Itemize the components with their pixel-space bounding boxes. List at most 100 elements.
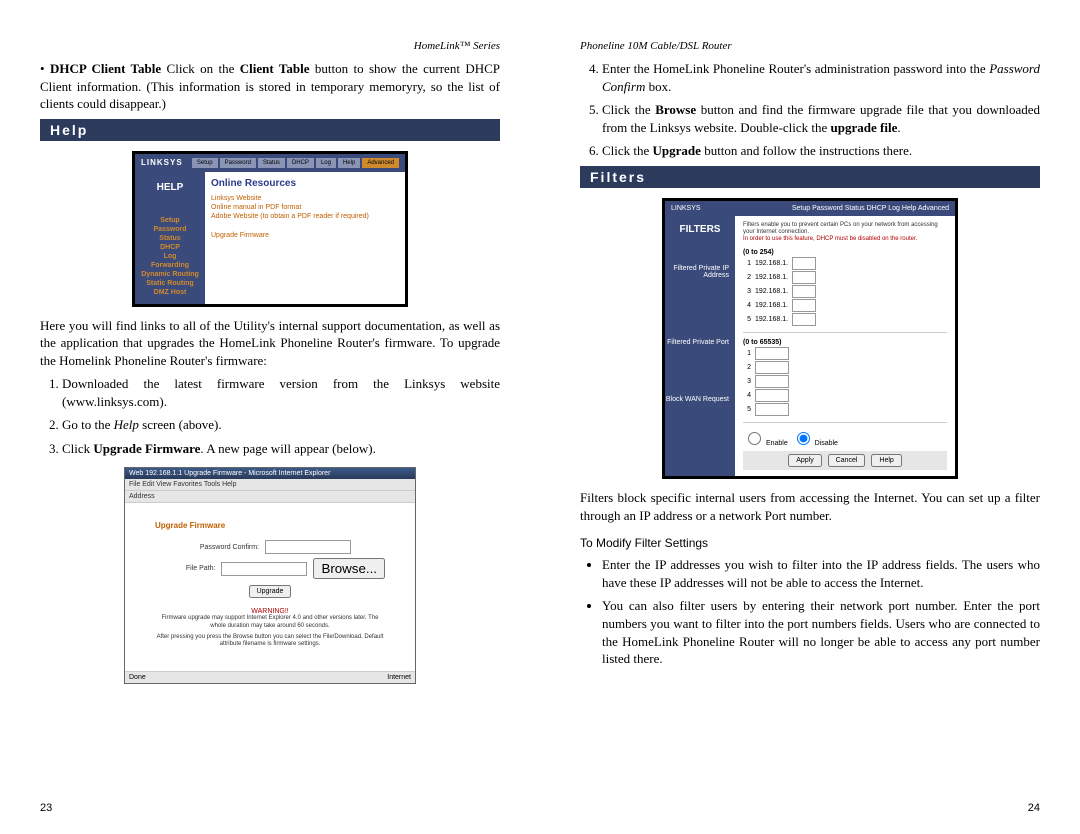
tab-setup[interactable]: Setup xyxy=(792,205,810,212)
file-path-label: File Path: xyxy=(155,565,215,572)
online-resources-title: Online Resources xyxy=(211,178,399,189)
filters-screenshot: LINKSYS Setup Password Status DHCP Log H… xyxy=(662,198,958,480)
sidelink[interactable]: Log xyxy=(139,253,201,260)
page-number-left: 23 xyxy=(40,802,52,814)
upgrade-firmware-screenshot: Web 192.168.1.1 Upgrade Firmware - Micro… xyxy=(124,467,416,684)
filters-desc-1: Filters enable you to prevent certain PC… xyxy=(743,222,938,235)
tab-password[interactable]: Password xyxy=(812,205,843,212)
step-5: Click the Browse button and find the fir… xyxy=(602,101,1040,136)
filtered-ip-label: Filtered Private IP Address xyxy=(665,265,735,279)
router-tabbar: Setup Password Status DHCP Log Help Adva… xyxy=(792,205,949,212)
browse-button[interactable]: Browse... xyxy=(313,558,385,579)
firmware-steps-continued: Enter the HomeLink Phoneline Router's ad… xyxy=(602,60,1040,160)
tab-dhcp[interactable]: DHCP xyxy=(867,205,887,212)
tab-log[interactable]: Log xyxy=(888,205,900,212)
ip-filter-input[interactable] xyxy=(792,257,816,270)
page-header-right: Phoneline 10M Cable/DSL Router xyxy=(580,40,1040,52)
help-button[interactable]: Help xyxy=(871,454,901,467)
tab-dhcp[interactable]: DHCP xyxy=(287,158,314,168)
step-1: Downloaded the latest firmware version f… xyxy=(62,375,500,410)
port-range-header: (0 to 65535) xyxy=(743,339,947,346)
tab-help[interactable]: Help xyxy=(338,158,360,168)
router-brand: LINKSYS xyxy=(141,158,183,167)
two-page-spread: HomeLink™ Series • DHCP Client Table Cli… xyxy=(0,0,1080,834)
page-left: HomeLink™ Series • DHCP Client Table Cli… xyxy=(0,0,540,834)
warning-text-1: Firmware upgrade may support Internet Ex… xyxy=(155,615,385,629)
tab-setup[interactable]: Setup xyxy=(192,158,218,168)
ip-filter-input[interactable] xyxy=(792,299,816,312)
browser-addressbar[interactable]: Address xyxy=(125,490,415,503)
status-zone: Internet xyxy=(387,674,411,681)
sidelink[interactable]: Forwarding xyxy=(139,262,201,269)
port-filter-input[interactable] xyxy=(755,347,789,360)
step-6: Click the Upgrade button and follow the … xyxy=(602,142,1040,160)
help-label: HELP xyxy=(135,182,205,193)
step-3: Click Upgrade Firmware. A new page will … xyxy=(62,440,500,458)
port-filter-input[interactable] xyxy=(755,389,789,402)
apply-button[interactable]: Apply xyxy=(788,454,822,467)
upgrade-button[interactable]: Upgrade xyxy=(249,585,292,598)
page-number-right: 24 xyxy=(1028,802,1040,814)
help-screenshot: LINKSYS Setup Password Status DHCP Log H… xyxy=(132,151,408,307)
tab-password[interactable]: Password xyxy=(220,158,256,168)
filters-desc-2: In order to use this feature, DHCP must … xyxy=(743,236,917,242)
filters-heading-bar: Filters xyxy=(580,166,1040,188)
online-resource-link[interactable]: Online manual in PDF format xyxy=(211,204,399,211)
help-left-column: HELP Setup Password Status DHCP Log Forw… xyxy=(135,172,205,304)
sidelink[interactable]: Password xyxy=(139,226,201,233)
block-wan-disable-radio[interactable] xyxy=(797,432,810,445)
dhcp-client-bullet: • DHCP Client Table Click on the Client … xyxy=(40,60,500,113)
firmware-steps: Downloaded the latest firmware version f… xyxy=(62,375,500,457)
status-done: Done xyxy=(129,674,146,681)
step-2: Go to the Help screen (above). xyxy=(62,416,500,434)
upgrade-firmware-link[interactable]: Upgrade Firmware xyxy=(211,232,399,239)
tab-status[interactable]: Status xyxy=(258,158,285,168)
browser-titlebar: Web 192.168.1.1 Upgrade Firmware - Micro… xyxy=(125,468,415,479)
router-brand: LINKSYS xyxy=(671,205,701,212)
filters-description: Filters block specific internal users fr… xyxy=(580,489,1040,524)
filter-bullets: Enter the IP addresses you wish to filte… xyxy=(602,556,1040,667)
help-description: Here you will find links to all of the U… xyxy=(40,317,500,370)
block-wan-enable-radio[interactable] xyxy=(748,432,761,445)
port-filter-input[interactable] xyxy=(755,403,789,416)
port-filter-input[interactable] xyxy=(755,361,789,374)
filters-left-column: FILTERS Filtered Private IP Address Filt… xyxy=(665,216,735,477)
sidelink[interactable]: Status xyxy=(139,235,201,242)
tab-help[interactable]: Help xyxy=(902,205,916,212)
help-heading-bar: Help xyxy=(40,119,500,141)
password-confirm-label: Password Confirm: xyxy=(189,544,259,551)
ip-filter-input[interactable] xyxy=(792,313,816,326)
port-filter-input[interactable] xyxy=(755,375,789,388)
tab-log[interactable]: Log xyxy=(316,158,336,168)
filtered-port-label: Filtered Private Port xyxy=(665,339,735,346)
browser-menubar[interactable]: File Edit View Favorites Tools Help xyxy=(125,479,415,490)
sidelink[interactable]: DHCP xyxy=(139,244,201,251)
file-path-input[interactable] xyxy=(221,562,307,576)
modify-filter-subhead: To Modify Filter Settings xyxy=(580,536,1040,550)
sidelink[interactable]: Static Routing xyxy=(139,280,201,287)
tab-status[interactable]: Status xyxy=(845,205,865,212)
cancel-button[interactable]: Cancel xyxy=(828,454,866,467)
page-right: Phoneline 10M Cable/DSL Router Enter the… xyxy=(540,0,1080,834)
warning-heading: WARNING!! xyxy=(155,608,385,615)
block-wan-label: Block WAN Request xyxy=(665,396,735,403)
filter-bullet-2: You can also filter users by entering th… xyxy=(602,597,1040,667)
sidelink[interactable]: Setup xyxy=(139,217,201,224)
router-tabbar: Setup Password Status DHCP Log Help Adva… xyxy=(192,158,399,168)
ip-range-header: (0 to 254) xyxy=(743,249,947,256)
warning-text-2: After pressing you press the Browse butt… xyxy=(155,634,385,648)
ip-filter-input[interactable] xyxy=(792,271,816,284)
online-resource-link[interactable]: Adobe Website (to obtain a PDF reader if… xyxy=(211,213,399,220)
filters-label: FILTERS xyxy=(665,224,735,235)
page-header-left: HomeLink™ Series xyxy=(40,40,500,52)
tab-advanced[interactable]: Advanced xyxy=(918,205,949,212)
online-resource-link[interactable]: Linksys Website xyxy=(211,195,399,202)
filter-bullet-1: Enter the IP addresses you wish to filte… xyxy=(602,556,1040,591)
upgrade-firmware-title: Upgrade Firmware xyxy=(155,521,385,530)
password-confirm-input[interactable] xyxy=(265,540,351,554)
step-4: Enter the HomeLink Phoneline Router's ad… xyxy=(602,60,1040,95)
tab-advanced[interactable]: Advanced xyxy=(362,158,399,168)
sidelink[interactable]: Dynamic Routing xyxy=(139,271,201,278)
ip-filter-input[interactable] xyxy=(792,285,816,298)
sidelink[interactable]: DMZ Host xyxy=(139,289,201,296)
